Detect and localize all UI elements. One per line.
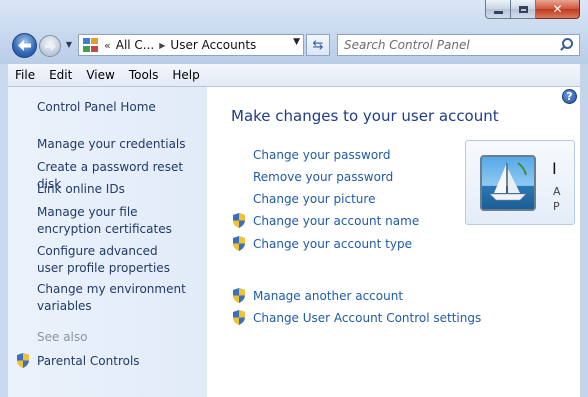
recent-pages-dropdown[interactable]: ▼ [64, 40, 74, 50]
uac-shield-icon [233, 288, 245, 303]
uac-shield-icon [233, 213, 245, 228]
control-panel-icon [83, 38, 99, 52]
minimize-icon [493, 10, 503, 14]
menu-view[interactable]: View [79, 68, 121, 82]
window-caption-buttons: ✕ [485, 0, 580, 20]
sailboat-picture-icon [489, 162, 527, 201]
refresh-button[interactable]: ⇆ [306, 34, 330, 56]
back-arrow-icon [18, 40, 31, 51]
account-summary-panel: I A P [465, 140, 575, 225]
uac-shield-icon [17, 353, 29, 368]
change-password-link[interactable]: Change your password [253, 148, 391, 162]
minimize-button[interactable] [485, 0, 511, 19]
change-account-name-link[interactable]: Change your account name [253, 214, 419, 228]
search-box[interactable] [337, 34, 580, 56]
help-icon[interactable]: ? [562, 89, 577, 104]
link-online-ids-link[interactable]: Link online IDs [37, 181, 125, 198]
account-type: A [553, 185, 561, 198]
parental-controls-link[interactable]: Parental Controls [37, 353, 140, 370]
remove-password-link[interactable]: Remove your password [253, 170, 393, 184]
manage-credentials-link[interactable]: Manage your credentials [37, 136, 186, 153]
breadcrumb-user-accounts[interactable]: User Accounts [170, 38, 256, 52]
breadcrumb-separator-icon[interactable]: ▶ [159, 41, 165, 50]
refresh-icon: ⇆ [312, 37, 324, 53]
search-input[interactable] [338, 36, 559, 54]
window-right-border [580, 64, 588, 397]
main-content: ? Make changes to your user account Chan… [207, 87, 580, 397]
forward-button[interactable] [39, 35, 61, 57]
manage-another-account-link[interactable]: Manage another account [253, 289, 403, 303]
change-uac-settings-link[interactable]: Change User Account Control settings [253, 311, 481, 325]
account-password-status: P [553, 200, 560, 213]
breadcrumb-overflow[interactable]: « [104, 39, 111, 52]
uac-shield-icon [233, 236, 245, 251]
maximize-icon [518, 5, 528, 13]
uac-shield-icon [233, 310, 245, 325]
back-button[interactable] [12, 33, 37, 58]
change-environment-variables-link[interactable]: Change my environment variables [37, 281, 187, 315]
close-icon: ✕ [552, 2, 563, 16]
account-name: I [552, 159, 557, 178]
see-also-heading: See also [37, 330, 88, 344]
menu-edit[interactable]: Edit [42, 68, 79, 82]
menu-file[interactable]: File [8, 68, 42, 82]
maximize-button[interactable] [511, 0, 536, 19]
forward-arrow-icon [44, 41, 56, 51]
menu-help[interactable]: Help [165, 68, 206, 82]
task-pane: Control Panel Home Manage your credentia… [8, 87, 207, 397]
control-panel-home-link[interactable]: Control Panel Home [37, 99, 156, 116]
change-picture-link[interactable]: Change your picture [253, 192, 375, 206]
configure-profile-properties-link[interactable]: Configure advanced user profile properti… [37, 243, 187, 277]
account-picture[interactable] [480, 155, 536, 211]
menu-tools[interactable]: Tools [122, 68, 166, 82]
manage-file-encryption-link[interactable]: Manage your file encryption certificates [37, 204, 202, 238]
close-button[interactable]: ✕ [536, 0, 580, 19]
address-dropdown-icon[interactable]: ▼ [293, 37, 300, 47]
address-bar[interactable]: « All C... ▶ User Accounts ▼ [78, 34, 304, 56]
menu-bar: File Edit View Tools Help [8, 64, 580, 87]
search-icon[interactable] [559, 38, 573, 52]
breadcrumb-all-control-panel[interactable]: All C... [116, 38, 155, 52]
page-title: Make changes to your user account [231, 107, 499, 125]
change-account-type-link[interactable]: Change your account type [253, 237, 412, 251]
